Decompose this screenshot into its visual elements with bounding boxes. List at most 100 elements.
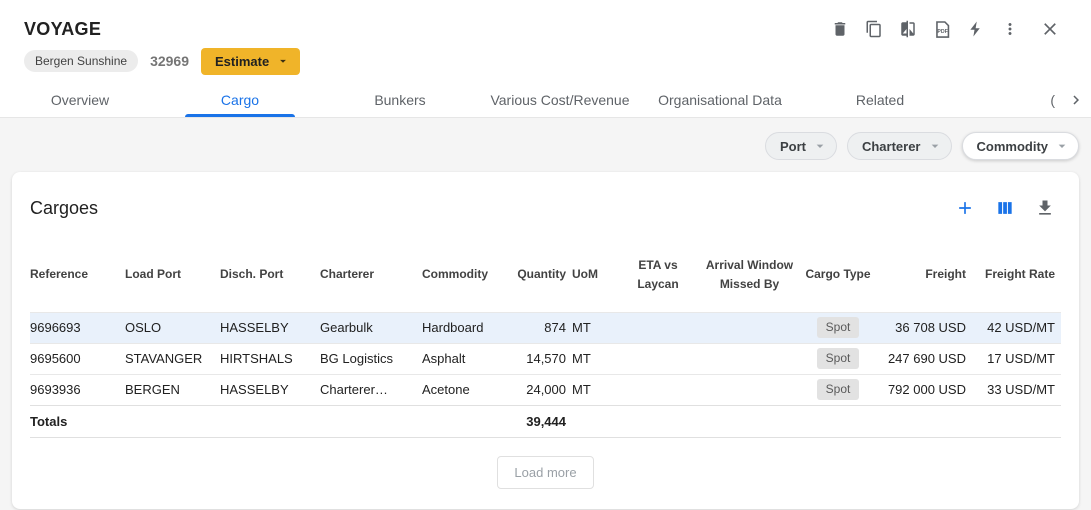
cell-arrival-window-missed-by — [700, 343, 805, 374]
more-menu-icon — [1001, 20, 1019, 38]
totals-row: Totals 39,444 — [30, 405, 1061, 437]
cell-load-port: STAVANGER — [125, 343, 220, 374]
cell-charterer: Gearbulk — [320, 312, 422, 343]
table-row[interactable]: 9696693 OSLO HASSELBY Gearbulk Hardboard… — [30, 312, 1061, 343]
tab-various-cost-revenue[interactable]: Various Cost/Revenue — [480, 82, 640, 117]
column-settings-button[interactable] — [989, 192, 1021, 224]
app-header: VOYAGE PDF Bergen Sunshine 32969 Estimat… — [0, 0, 1091, 118]
cell-uom: MT — [572, 312, 622, 343]
cell-cargo-type: Spot — [805, 374, 877, 405]
plus-icon — [955, 198, 975, 218]
load-more-button[interactable]: Load more — [497, 456, 593, 489]
tab-related[interactable]: Related — [800, 82, 960, 117]
estimate-button[interactable]: Estimate — [201, 48, 300, 75]
filter-port-label: Port — [780, 139, 806, 154]
more-menu-button[interactable] — [993, 12, 1027, 46]
estimate-button-label: Estimate — [215, 54, 269, 69]
copy-button[interactable] — [857, 12, 891, 46]
cell-freight: 36 708 USD — [877, 312, 972, 343]
tab-overflow-partial[interactable]: ( — [960, 82, 1061, 117]
filter-commodity[interactable]: Commodity — [962, 132, 1080, 160]
columns-icon — [995, 198, 1015, 218]
column-header-commodity: Commodity — [422, 238, 512, 312]
delete-icon — [831, 20, 849, 38]
column-header-freight-rate: Freight Rate — [972, 238, 1061, 312]
cargoes-table: Reference Load Port Disch. Port Chartere… — [30, 238, 1061, 438]
filter-commodity-label: Commodity — [977, 139, 1049, 154]
column-header-freight: Freight — [877, 238, 972, 312]
tab-bar: Overview Cargo Bunkers Various Cost/Reve… — [0, 82, 1091, 118]
filter-bar: Port Charterer Commodity — [0, 118, 1091, 160]
cell-charterer: Charterer… — [320, 374, 422, 405]
cargo-type-badge: Spot — [817, 348, 860, 369]
filter-charterer[interactable]: Charterer — [847, 132, 952, 160]
filter-charterer-label: Charterer — [862, 139, 921, 154]
totals-quantity: 39,444 — [512, 405, 572, 437]
cell-charterer: BG Logistics — [320, 343, 422, 374]
delete-button[interactable] — [823, 12, 857, 46]
cell-uom: MT — [572, 374, 622, 405]
tab-overview[interactable]: Overview — [0, 82, 160, 117]
column-header-cargo-type: Cargo Type — [805, 238, 877, 312]
cell-cargo-type: Spot — [805, 312, 877, 343]
column-header-load-port: Load Port — [125, 238, 220, 312]
close-button[interactable] — [1033, 12, 1067, 46]
cargo-type-badge: Spot — [817, 317, 860, 338]
cell-arrival-window-missed-by — [700, 374, 805, 405]
cell-freight-rate: 42 USD/MT — [972, 312, 1061, 343]
cell-commodity: Acetone — [422, 374, 512, 405]
cell-cargo-type: Spot — [805, 343, 877, 374]
add-cargo-button[interactable] — [949, 192, 981, 224]
cell-disch-port: HASSELBY — [220, 312, 320, 343]
table-row[interactable]: 9693936 BERGEN HASSELBY Charterer… Aceto… — [30, 374, 1061, 405]
chevron-down-icon — [927, 138, 943, 154]
cell-reference: 9696693 — [30, 312, 125, 343]
table-row[interactable]: 9695600 STAVANGER HIRTSHALS BG Logistics… — [30, 343, 1061, 374]
cell-commodity: Asphalt — [422, 343, 512, 374]
filter-port[interactable]: Port — [765, 132, 837, 160]
cell-freight: 792 000 USD — [877, 374, 972, 405]
cargoes-card: Cargoes Reference — [12, 172, 1079, 509]
chevron-down-icon — [276, 54, 290, 68]
cell-quantity: 874 — [512, 312, 572, 343]
cell-uom: MT — [572, 343, 622, 374]
pdf-export-icon: PDF — [933, 20, 952, 39]
tabs-scroll-right-button[interactable] — [1061, 82, 1091, 117]
voyage-number: 32969 — [150, 53, 189, 69]
cell-freight: 247 690 USD — [877, 343, 972, 374]
tab-bunkers[interactable]: Bunkers — [320, 82, 480, 117]
compare-button[interactable] — [891, 12, 925, 46]
cell-load-port: OSLO — [125, 312, 220, 343]
page-title: VOYAGE — [24, 19, 101, 40]
column-header-charterer: Charterer — [320, 238, 422, 312]
totals-label: Totals — [30, 405, 125, 437]
cell-arrival-window-missed-by — [700, 312, 805, 343]
cell-quantity: 14,570 — [512, 343, 572, 374]
card-title: Cargoes — [30, 198, 98, 219]
cell-eta-vs-laycan — [622, 343, 700, 374]
cell-disch-port: HASSELBY — [220, 374, 320, 405]
cell-load-port: BERGEN — [125, 374, 220, 405]
vessel-chip[interactable]: Bergen Sunshine — [24, 50, 138, 72]
close-icon — [1040, 19, 1060, 39]
download-icon — [1035, 198, 1055, 218]
cargo-type-badge: Spot — [817, 379, 860, 400]
cell-reference: 9693936 — [30, 374, 125, 405]
quick-actions-button[interactable] — [959, 12, 993, 46]
cell-eta-vs-laycan — [622, 374, 700, 405]
tab-organisational-data[interactable]: Organisational Data — [640, 82, 800, 117]
chevron-right-icon — [1067, 91, 1085, 109]
column-header-quantity: Quantity — [512, 238, 572, 312]
svg-text:PDF: PDF — [937, 29, 947, 35]
chevron-down-icon — [812, 138, 828, 154]
cell-quantity: 24,000 — [512, 374, 572, 405]
cell-eta-vs-laycan — [622, 312, 700, 343]
download-button[interactable] — [1029, 192, 1061, 224]
tab-cargo[interactable]: Cargo — [160, 82, 320, 117]
copy-icon — [865, 20, 883, 38]
cell-freight-rate: 33 USD/MT — [972, 374, 1061, 405]
cell-commodity: Hardboard — [422, 312, 512, 343]
pdf-export-button[interactable]: PDF — [925, 12, 959, 46]
quick-actions-icon — [967, 20, 985, 38]
column-header-disch-port: Disch. Port — [220, 238, 320, 312]
